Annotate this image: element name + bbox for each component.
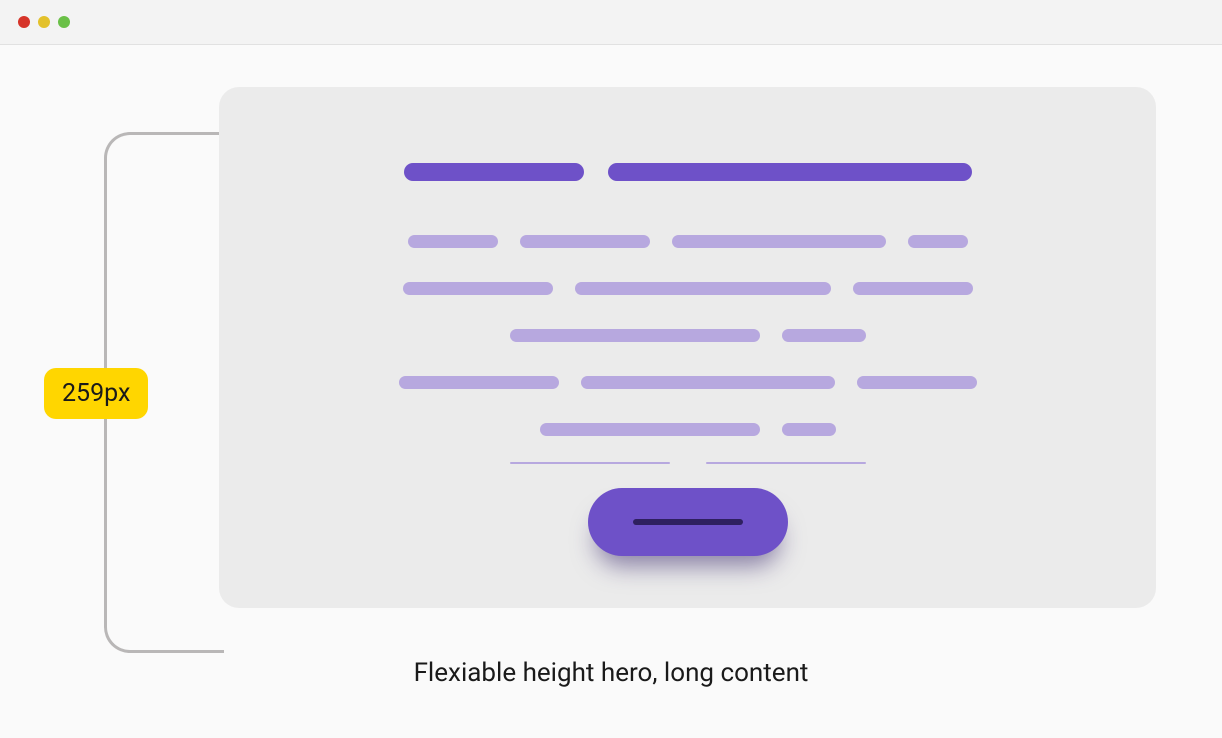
skeleton-bar: [608, 163, 972, 181]
hero-card: [219, 87, 1156, 608]
skeleton-bar: [706, 462, 866, 464]
stage: 259px: [0, 45, 1222, 688]
skeleton-row: [399, 376, 977, 389]
skeleton-bar: [510, 462, 670, 464]
skeleton-bar: [782, 329, 866, 342]
skeleton-bar: [633, 519, 743, 525]
skeleton-bar: [403, 282, 553, 295]
cta-button[interactable]: [588, 488, 788, 556]
skeleton-body: [399, 235, 977, 436]
skeleton-row: [403, 282, 973, 295]
skeleton-bar: [408, 235, 498, 248]
skeleton-bar: [908, 235, 968, 248]
caption: Flexiable height hero, long content: [64, 658, 1158, 688]
skeleton-row: [540, 423, 836, 436]
height-badge: 259px: [44, 368, 148, 419]
skeleton-bar: [575, 282, 831, 295]
skeleton-bar: [581, 376, 835, 389]
skeleton-row: [510, 329, 866, 342]
skeleton-thin-row: [510, 462, 866, 464]
skeleton-bar: [857, 376, 977, 389]
skeleton-row: [408, 235, 968, 248]
skeleton-bar: [404, 163, 584, 181]
close-icon[interactable]: [18, 16, 30, 28]
skeleton-bar: [520, 235, 650, 248]
skeleton-bar: [540, 423, 760, 436]
skeleton-bar: [782, 423, 836, 436]
skeleton-heading: [404, 163, 972, 181]
minimize-icon[interactable]: [38, 16, 50, 28]
skeleton-bar: [672, 235, 886, 248]
skeleton-bar: [510, 329, 760, 342]
window-titlebar: [0, 0, 1222, 45]
skeleton-bar: [853, 282, 973, 295]
skeleton-bar: [399, 376, 559, 389]
zoom-icon[interactable]: [58, 16, 70, 28]
